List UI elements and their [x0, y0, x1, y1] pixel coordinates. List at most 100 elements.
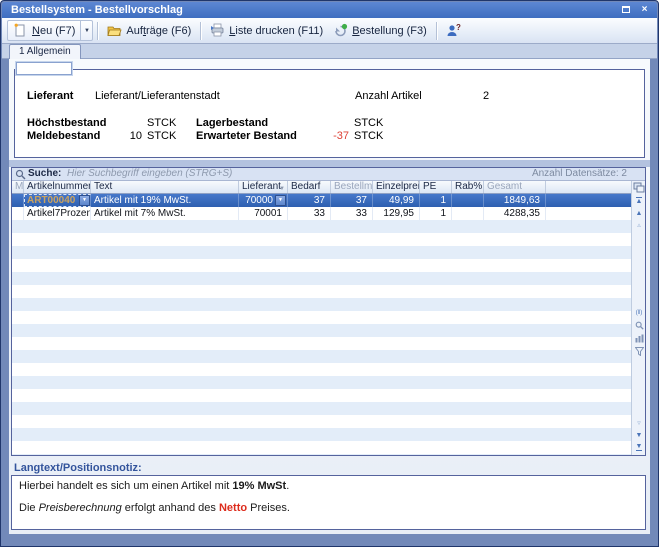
cell-pe[interactable]: 1 — [420, 194, 452, 207]
supplier-filter-input[interactable] — [16, 62, 72, 75]
order-summary-panel: Lieferant Lieferant/Lieferantenstadt Anz… — [14, 69, 645, 158]
cell-lieferant[interactable]: 70001 — [239, 207, 288, 220]
close-button[interactable]: × — [637, 4, 652, 16]
cell-marker[interactable] — [12, 207, 24, 220]
cell-bestellmenge[interactable]: 33 — [331, 207, 373, 220]
cell-artikelnummer[interactable]: ART00040 ▼ — [24, 194, 91, 207]
tab-allgemein[interactable]: 1 Allgemein — [9, 44, 81, 59]
chart-icon[interactable] — [632, 332, 646, 345]
cell-dropdown-button[interactable]: ▼ — [275, 195, 286, 206]
erwarteter-bestand-label: Erwarteter Bestand — [196, 130, 297, 142]
new-button[interactable]: Neu (F7) — [8, 21, 80, 40]
cell-dropdown-button[interactable]: ▼ — [79, 195, 90, 206]
column-header-lieferant[interactable]: Lieferant▼ — [239, 181, 288, 193]
print-list-button[interactable]: Liste drucken (F11) — [205, 20, 328, 41]
column-header-artikelnummer[interactable]: Artikelnummer — [24, 181, 91, 193]
filter-arrow-icon[interactable]: ▼ — [279, 183, 285, 193]
column-header-pe[interactable]: PE — [420, 181, 452, 193]
toolbar-separator — [436, 22, 437, 40]
meldebestand-value: 10 — [102, 130, 142, 142]
column-header-einzelpreis[interactable]: Einzelpreis — [373, 181, 420, 193]
scroll-prev-page-button[interactable]: ▵ — [632, 219, 646, 231]
order-refresh-icon — [333, 23, 348, 38]
scroll-last-button[interactable]: ▼ — [632, 441, 646, 453]
client-area: Lieferant Lieferant/Lieferantenstadt Anz… — [9, 59, 650, 534]
lagerbestand-unit: STCK — [354, 117, 383, 129]
new-document-icon — [13, 23, 28, 38]
help-button[interactable]: ? — [441, 20, 466, 41]
cell-marker[interactable] — [12, 194, 24, 207]
cell-bedarf[interactable]: 37 — [288, 194, 331, 207]
column-header-gesamt[interactable]: Gesamt — [484, 181, 546, 193]
customize-columns-icon[interactable] — [633, 182, 645, 193]
cell-pe[interactable]: 1 — [420, 207, 452, 220]
window-titlebar[interactable]: Bestellsystem - Bestellvorschlag × — [2, 2, 657, 18]
hoechstbestand-label: Höchstbestand — [27, 117, 106, 129]
cell-filler — [546, 194, 633, 207]
grid-navigator: ▲ ▲ ▵ (‖) ▿ — [631, 181, 645, 455]
notes-line-2: Die Preisberechnung erfolgt anhand des N… — [19, 502, 638, 515]
grid-search-bar[interactable]: Suche: Hier Suchbegriff eingeben (STRG+S… — [12, 168, 645, 181]
lieferant-value: Lieferant/Lieferantenstadt — [95, 90, 220, 102]
toolbar-separator — [97, 22, 98, 40]
filter-funnel-icon[interactable] — [632, 345, 646, 358]
anzahl-artikel-value: 2 — [483, 90, 489, 102]
scroll-first-button[interactable]: ▲ — [632, 195, 646, 207]
anzahl-artikel-label: Anzahl Artikel — [355, 90, 422, 102]
meldebestand-unit: STCK — [147, 130, 176, 142]
meldebestand-label: Meldebestand — [27, 130, 100, 142]
record-count-label: Anzahl Datensätze: 2 — [532, 168, 627, 180]
cell-gesamt[interactable]: 4288,35 — [484, 207, 546, 220]
cell-rab[interactable] — [452, 194, 484, 207]
cell-bestellmenge[interactable]: 37 — [331, 194, 373, 207]
search-placeholder: Hier Suchbegriff eingeben (STRG+S) — [67, 168, 232, 180]
split-view-icon[interactable]: (‖) — [632, 306, 646, 319]
maximize-button[interactable] — [618, 4, 633, 16]
toolbar: Neu (F7) ▼ Aufträge (F6) Liste drucken (… — [2, 18, 657, 44]
empty-rows-area — [12, 220, 633, 455]
search-icon — [15, 169, 26, 180]
tab-strip: 1 Allgemein — [2, 44, 657, 59]
cell-gesamt[interactable]: 1849,63 — [484, 194, 546, 207]
user-help-icon: ? — [446, 23, 461, 38]
cell-einzelpreis[interactable]: 129,95 — [373, 207, 420, 220]
magnifier-icon[interactable] — [632, 319, 646, 332]
grid-header-row: M Artikelnummer Text Lieferant▼ Bedarf B… — [12, 181, 633, 194]
scroll-next-page-button[interactable]: ▿ — [632, 417, 646, 429]
new-dropdown-button[interactable]: ▼ — [80, 21, 92, 40]
orders-button-label: Aufträge (F6) — [126, 25, 191, 37]
scroll-next-button[interactable]: ▼ — [632, 429, 646, 441]
cell-text[interactable]: Artikel mit 19% MwSt. — [91, 194, 239, 207]
notes-section-label: Langtext/Positionsnotiz: — [14, 462, 142, 474]
print-list-button-label: Liste drucken (F11) — [229, 25, 323, 37]
order-button-label: Bestellung (F3) — [352, 25, 427, 37]
window-controls: × — [618, 4, 652, 16]
open-folder-icon — [107, 23, 122, 38]
column-header-text[interactable]: Text — [91, 181, 239, 193]
order-button[interactable]: Bestellung (F3) — [328, 20, 432, 41]
new-button-label: Neu (F7) — [32, 25, 75, 37]
column-header-bestellmenge[interactable]: Bestellmenge — [331, 181, 373, 193]
table-row[interactable]: Artikel7Prozent Artikel mit 7% MwSt. 700… — [12, 207, 633, 220]
hoechstbestand-unit: STCK — [147, 117, 176, 129]
cell-lieferant[interactable]: 70000 ▼ — [239, 194, 288, 207]
table-row[interactable]: ART00040 ▼ Artikel mit 19% MwSt. 70000 ▼… — [12, 194, 633, 207]
column-header-rab[interactable]: Rab% — [452, 181, 484, 193]
notes-line-1: Hierbei handelt es sich um einen Artikel… — [19, 480, 638, 493]
app-window: Bestellsystem - Bestellvorschlag × Neu (… — [0, 0, 659, 547]
notes-text-area[interactable]: Hierbei handelt es sich um einen Artikel… — [11, 475, 646, 530]
new-split-button: Neu (F7) ▼ — [7, 20, 93, 41]
panel-splitter[interactable] — [9, 160, 650, 167]
navigator-tool-buttons: (‖) — [632, 306, 646, 358]
scroll-prev-button[interactable]: ▲ — [632, 207, 646, 219]
chevron-down-icon: ▼ — [84, 28, 90, 34]
cell-text[interactable]: Artikel mit 7% MwSt. — [91, 207, 239, 220]
cell-artikelnummer[interactable]: Artikel7Prozent — [24, 207, 91, 220]
lagerbestand-label: Lagerbestand — [196, 117, 268, 129]
column-header-marker[interactable]: M — [12, 181, 24, 193]
cell-bedarf[interactable]: 33 — [288, 207, 331, 220]
column-header-bedarf[interactable]: Bedarf — [288, 181, 331, 193]
cell-rab[interactable] — [452, 207, 484, 220]
orders-button[interactable]: Aufträge (F6) — [102, 20, 196, 41]
cell-einzelpreis[interactable]: 49,99 — [373, 194, 420, 207]
